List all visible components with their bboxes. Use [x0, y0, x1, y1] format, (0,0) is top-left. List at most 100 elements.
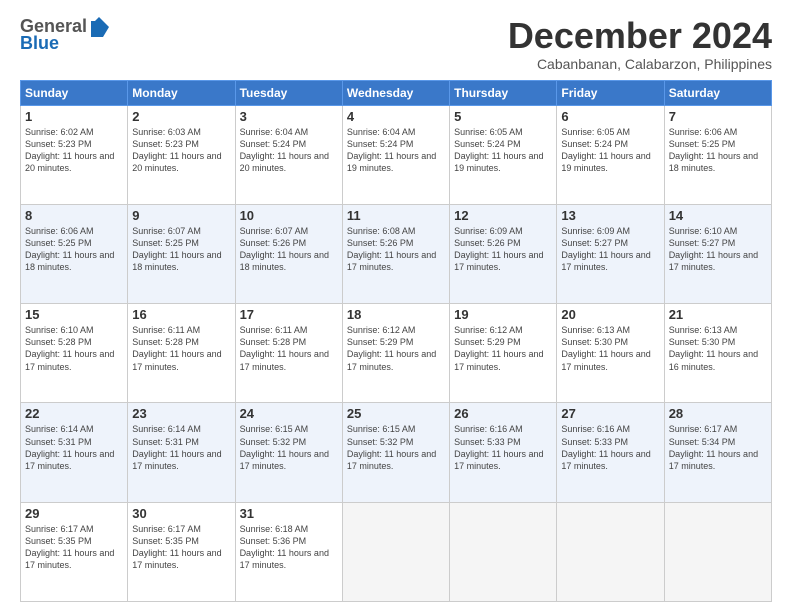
title-block: December 2024 Cabanbanan, Calabarzon, Ph…	[508, 16, 772, 72]
day-info: Sunrise: 6:12 AM Sunset: 5:29 PM Dayligh…	[454, 324, 552, 373]
subtitle: Cabanbanan, Calabarzon, Philippines	[508, 56, 772, 72]
day-number: 4	[347, 109, 445, 124]
table-row: 30 Sunrise: 6:17 AM Sunset: 5:35 PM Dayl…	[128, 502, 235, 601]
day-number: 19	[454, 307, 552, 322]
day-number: 5	[454, 109, 552, 124]
day-number: 9	[132, 208, 230, 223]
table-row: 10 Sunrise: 6:07 AM Sunset: 5:26 PM Dayl…	[235, 204, 342, 303]
day-info: Sunrise: 6:18 AM Sunset: 5:36 PM Dayligh…	[240, 523, 338, 572]
logo-bird-icon	[89, 17, 109, 37]
logo-blue: Blue	[20, 33, 59, 54]
day-info: Sunrise: 6:10 AM Sunset: 5:27 PM Dayligh…	[669, 225, 767, 274]
table-row: 3 Sunrise: 6:04 AM Sunset: 5:24 PM Dayli…	[235, 105, 342, 204]
day-info: Sunrise: 6:04 AM Sunset: 5:24 PM Dayligh…	[240, 126, 338, 175]
table-row: 4 Sunrise: 6:04 AM Sunset: 5:24 PM Dayli…	[342, 105, 449, 204]
day-info: Sunrise: 6:14 AM Sunset: 5:31 PM Dayligh…	[132, 423, 230, 472]
day-number: 20	[561, 307, 659, 322]
day-info: Sunrise: 6:05 AM Sunset: 5:24 PM Dayligh…	[454, 126, 552, 175]
day-number: 25	[347, 406, 445, 421]
day-info: Sunrise: 6:09 AM Sunset: 5:26 PM Dayligh…	[454, 225, 552, 274]
table-row: 6 Sunrise: 6:05 AM Sunset: 5:24 PM Dayli…	[557, 105, 664, 204]
day-number: 11	[347, 208, 445, 223]
table-row: 9 Sunrise: 6:07 AM Sunset: 5:25 PM Dayli…	[128, 204, 235, 303]
day-number: 28	[669, 406, 767, 421]
day-info: Sunrise: 6:02 AM Sunset: 5:23 PM Dayligh…	[25, 126, 123, 175]
day-info: Sunrise: 6:16 AM Sunset: 5:33 PM Dayligh…	[454, 423, 552, 472]
day-number: 3	[240, 109, 338, 124]
day-number: 16	[132, 307, 230, 322]
calendar-week-row: 8 Sunrise: 6:06 AM Sunset: 5:25 PM Dayli…	[21, 204, 772, 303]
col-friday: Friday	[557, 80, 664, 105]
day-info: Sunrise: 6:05 AM Sunset: 5:24 PM Dayligh…	[561, 126, 659, 175]
table-row: 28 Sunrise: 6:17 AM Sunset: 5:34 PM Dayl…	[664, 403, 771, 502]
table-row: 2 Sunrise: 6:03 AM Sunset: 5:23 PM Dayli…	[128, 105, 235, 204]
table-row: 27 Sunrise: 6:16 AM Sunset: 5:33 PM Dayl…	[557, 403, 664, 502]
col-saturday: Saturday	[664, 80, 771, 105]
day-info: Sunrise: 6:10 AM Sunset: 5:28 PM Dayligh…	[25, 324, 123, 373]
table-row: 23 Sunrise: 6:14 AM Sunset: 5:31 PM Dayl…	[128, 403, 235, 502]
day-info: Sunrise: 6:13 AM Sunset: 5:30 PM Dayligh…	[669, 324, 767, 373]
day-number: 6	[561, 109, 659, 124]
table-row: 7 Sunrise: 6:06 AM Sunset: 5:25 PM Dayli…	[664, 105, 771, 204]
day-number: 24	[240, 406, 338, 421]
day-info: Sunrise: 6:15 AM Sunset: 5:32 PM Dayligh…	[240, 423, 338, 472]
col-sunday: Sunday	[21, 80, 128, 105]
calendar-week-row: 22 Sunrise: 6:14 AM Sunset: 5:31 PM Dayl…	[21, 403, 772, 502]
table-row: 18 Sunrise: 6:12 AM Sunset: 5:29 PM Dayl…	[342, 304, 449, 403]
day-info: Sunrise: 6:11 AM Sunset: 5:28 PM Dayligh…	[240, 324, 338, 373]
day-number: 27	[561, 406, 659, 421]
day-info: Sunrise: 6:06 AM Sunset: 5:25 PM Dayligh…	[669, 126, 767, 175]
col-thursday: Thursday	[450, 80, 557, 105]
table-row: 13 Sunrise: 6:09 AM Sunset: 5:27 PM Dayl…	[557, 204, 664, 303]
table-row: 20 Sunrise: 6:13 AM Sunset: 5:30 PM Dayl…	[557, 304, 664, 403]
day-info: Sunrise: 6:08 AM Sunset: 5:26 PM Dayligh…	[347, 225, 445, 274]
day-number: 12	[454, 208, 552, 223]
day-info: Sunrise: 6:04 AM Sunset: 5:24 PM Dayligh…	[347, 126, 445, 175]
day-info: Sunrise: 6:13 AM Sunset: 5:30 PM Dayligh…	[561, 324, 659, 373]
header: General Blue December 2024 Cabanbanan, C…	[20, 16, 772, 72]
table-row: 5 Sunrise: 6:05 AM Sunset: 5:24 PM Dayli…	[450, 105, 557, 204]
day-info: Sunrise: 6:17 AM Sunset: 5:35 PM Dayligh…	[132, 523, 230, 572]
calendar-header-row: Sunday Monday Tuesday Wednesday Thursday…	[21, 80, 772, 105]
calendar-week-row: 15 Sunrise: 6:10 AM Sunset: 5:28 PM Dayl…	[21, 304, 772, 403]
day-info: Sunrise: 6:14 AM Sunset: 5:31 PM Dayligh…	[25, 423, 123, 472]
day-info: Sunrise: 6:12 AM Sunset: 5:29 PM Dayligh…	[347, 324, 445, 373]
day-number: 8	[25, 208, 123, 223]
table-row: 1 Sunrise: 6:02 AM Sunset: 5:23 PM Dayli…	[21, 105, 128, 204]
table-row: 17 Sunrise: 6:11 AM Sunset: 5:28 PM Dayl…	[235, 304, 342, 403]
day-info: Sunrise: 6:11 AM Sunset: 5:28 PM Dayligh…	[132, 324, 230, 373]
logo: General Blue	[20, 16, 109, 54]
table-row: 22 Sunrise: 6:14 AM Sunset: 5:31 PM Dayl…	[21, 403, 128, 502]
page: General Blue December 2024 Cabanbanan, C…	[0, 0, 792, 612]
calendar-week-row: 1 Sunrise: 6:02 AM Sunset: 5:23 PM Dayli…	[21, 105, 772, 204]
day-number: 23	[132, 406, 230, 421]
day-info: Sunrise: 6:16 AM Sunset: 5:33 PM Dayligh…	[561, 423, 659, 472]
day-info: Sunrise: 6:17 AM Sunset: 5:34 PM Dayligh…	[669, 423, 767, 472]
table-row: 26 Sunrise: 6:16 AM Sunset: 5:33 PM Dayl…	[450, 403, 557, 502]
day-number: 26	[454, 406, 552, 421]
table-row	[342, 502, 449, 601]
table-row: 11 Sunrise: 6:08 AM Sunset: 5:26 PM Dayl…	[342, 204, 449, 303]
table-row: 16 Sunrise: 6:11 AM Sunset: 5:28 PM Dayl…	[128, 304, 235, 403]
day-number: 30	[132, 506, 230, 521]
day-number: 1	[25, 109, 123, 124]
day-info: Sunrise: 6:03 AM Sunset: 5:23 PM Dayligh…	[132, 126, 230, 175]
table-row: 8 Sunrise: 6:06 AM Sunset: 5:25 PM Dayli…	[21, 204, 128, 303]
day-number: 15	[25, 307, 123, 322]
col-tuesday: Tuesday	[235, 80, 342, 105]
day-number: 10	[240, 208, 338, 223]
month-title: December 2024	[508, 16, 772, 56]
day-number: 21	[669, 307, 767, 322]
table-row	[557, 502, 664, 601]
table-row: 14 Sunrise: 6:10 AM Sunset: 5:27 PM Dayl…	[664, 204, 771, 303]
day-number: 31	[240, 506, 338, 521]
table-row: 21 Sunrise: 6:13 AM Sunset: 5:30 PM Dayl…	[664, 304, 771, 403]
day-info: Sunrise: 6:17 AM Sunset: 5:35 PM Dayligh…	[25, 523, 123, 572]
day-info: Sunrise: 6:15 AM Sunset: 5:32 PM Dayligh…	[347, 423, 445, 472]
table-row: 25 Sunrise: 6:15 AM Sunset: 5:32 PM Dayl…	[342, 403, 449, 502]
day-number: 14	[669, 208, 767, 223]
day-info: Sunrise: 6:07 AM Sunset: 5:26 PM Dayligh…	[240, 225, 338, 274]
day-number: 2	[132, 109, 230, 124]
day-number: 7	[669, 109, 767, 124]
table-row: 29 Sunrise: 6:17 AM Sunset: 5:35 PM Dayl…	[21, 502, 128, 601]
